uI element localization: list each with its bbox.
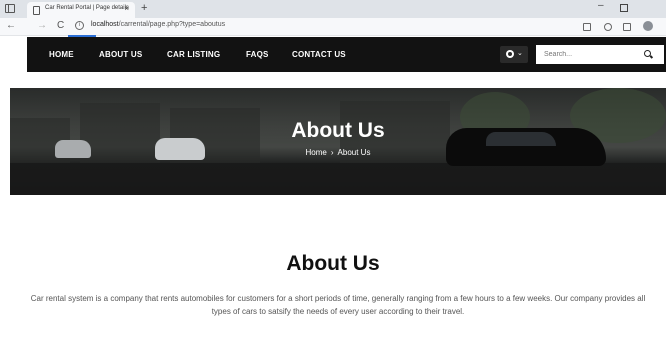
url-path: /carrental/page.php?type=aboutus (118, 21, 226, 28)
sidebar-toggle-icon[interactable] (5, 4, 15, 13)
read-aloud-icon[interactable] (583, 23, 591, 31)
reload-button[interactable]: C (57, 20, 64, 32)
favorites-star-icon[interactable] (604, 23, 612, 31)
breadcrumb: Home › About Us (10, 148, 666, 157)
back-button[interactable]: ← (6, 20, 16, 32)
page-icon (33, 6, 40, 15)
tab-close-icon[interactable]: × (124, 4, 129, 13)
nav-contact-us[interactable]: CONTACT US (292, 50, 346, 59)
nav-about-us[interactable]: ABOUT US (99, 50, 142, 59)
about-description: Car rental system is a company that rent… (30, 294, 646, 316)
search-icon[interactable] (644, 50, 651, 57)
tab-title: Car Rental Portal | Page details (45, 5, 129, 11)
user-icon (506, 50, 514, 58)
browser-tab[interactable]: Car Rental Portal | Page details × (27, 2, 135, 18)
chevron-down-icon: ⌄ (517, 50, 523, 57)
breadcrumb-separator: › (330, 148, 334, 157)
profile-avatar-icon[interactable] (643, 21, 653, 31)
breadcrumb-home[interactable]: Home (306, 148, 327, 157)
url-field[interactable]: localhost/carrental/page.php?type=aboutu… (91, 21, 225, 28)
collections-icon[interactable] (623, 23, 631, 31)
browser-tab-strip: Car Rental Portal | Page details × + – (0, 0, 666, 18)
window-maximize-button[interactable] (620, 4, 628, 12)
address-bar-row: ← → C i localhost/carrental/page.php?typ… (0, 18, 666, 36)
page-banner: About Us Home › About Us (10, 88, 666, 195)
url-host: localhost (91, 21, 119, 28)
site-navbar: HOME ABOUT US CAR LISTING FAQS CONTACT U… (27, 37, 666, 72)
nav-car-listing[interactable]: CAR LISTING (167, 50, 220, 59)
user-menu-button[interactable]: ⌄ (500, 46, 528, 63)
new-tab-button[interactable]: + (141, 2, 147, 15)
site-info-icon[interactable]: i (75, 21, 84, 30)
banner-road (10, 163, 666, 195)
nav-faqs[interactable]: FAQS (246, 50, 269, 59)
nav-home[interactable]: HOME (49, 50, 74, 59)
page-title: About Us (286, 252, 380, 275)
banner-title: About Us (291, 119, 385, 142)
window-minimize-button[interactable]: – (598, 0, 604, 11)
forward-button[interactable]: → (37, 20, 47, 32)
breadcrumb-current: About Us (337, 148, 371, 157)
